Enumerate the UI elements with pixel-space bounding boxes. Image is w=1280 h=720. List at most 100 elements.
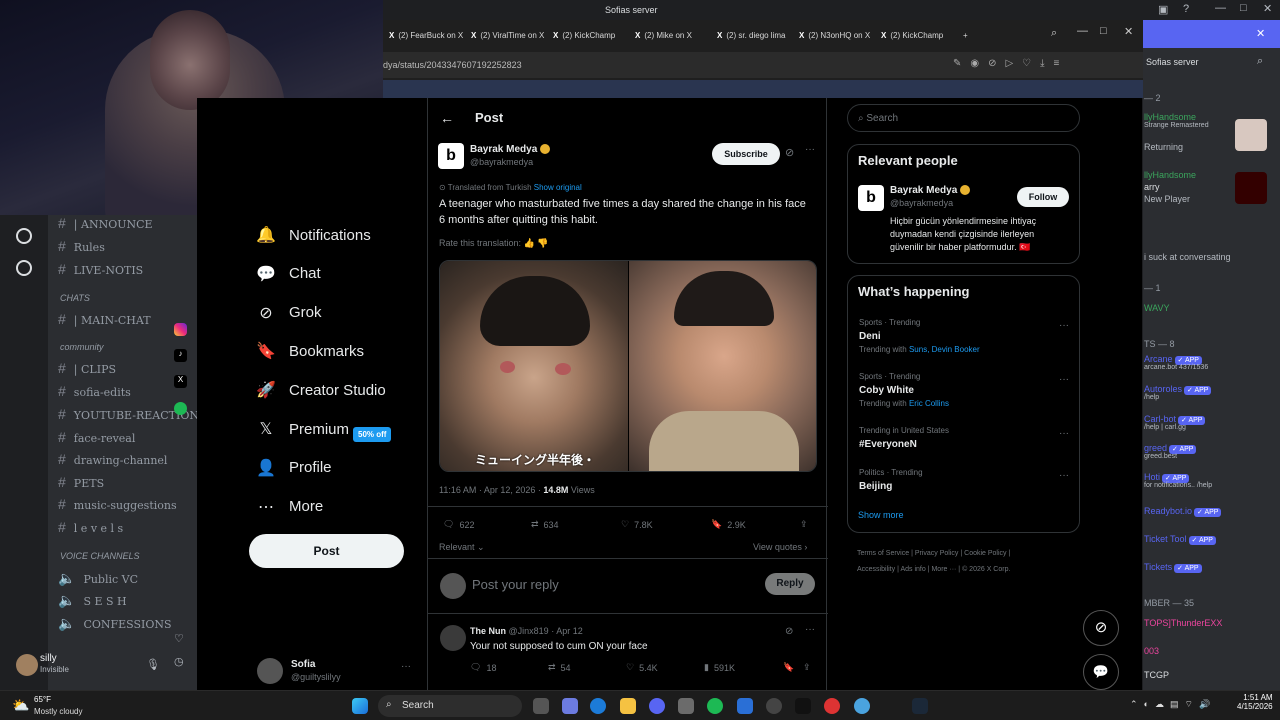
author-avatar[interactable]: b [858, 185, 884, 211]
account-switcher[interactable]: Sofia @guiltyslilyy ··· [257, 655, 437, 690]
footer-link[interactable]: Ads info [900, 566, 925, 573]
thumbs-down-icon[interactable]: 👎 [537, 238, 548, 248]
post-button[interactable]: Post [249, 534, 404, 568]
steam-app-icon[interactable] [912, 698, 928, 714]
taskbar-search[interactable]: ⌕ Search [378, 695, 522, 717]
trend-item[interactable]: Trending in United States #EveryoneN [859, 426, 949, 450]
spotify-icon[interactable] [174, 402, 187, 415]
nav-item-profile[interactable]: 👤 Profile [256, 459, 331, 477]
reply-input[interactable]: Post your reply [472, 577, 559, 592]
browser-tab[interactable]: X (2) sr. diego lima [711, 24, 791, 46]
close-icon[interactable]: ✕ [1256, 27, 1265, 40]
nav-item-creator-studio[interactable]: 🚀 Creator Studio [256, 381, 386, 400]
maximize-icon[interactable]: □ [1100, 25, 1107, 37]
footer-link[interactable]: Privacy Policy [915, 550, 959, 557]
more-icon[interactable]: ··· [805, 144, 815, 155]
bookmark-icon[interactable]: 🔖 [783, 662, 794, 673]
show-original-link[interactable]: Show original [534, 183, 582, 192]
member-item[interactable]: Ticket Tool ✓ APP [1144, 534, 1216, 545]
help-icon[interactable]: ? [1183, 3, 1189, 15]
channel-item[interactable]: # drawing-channel [58, 451, 167, 467]
browser-tab[interactable]: X (2) ViralTime on X [465, 24, 545, 46]
member-item[interactable]: llyHandsome Strange Remastered [1144, 112, 1209, 129]
reply-button[interactable]: Reply [765, 573, 815, 595]
footer-link[interactable]: Terms of Service [857, 550, 909, 557]
share-icon[interactable]: ⇪ [800, 519, 808, 530]
reply-like-count[interactable]: ♡ 5.4K [626, 662, 658, 673]
nav-item-premium[interactable]: 𝕏 Premium [257, 420, 349, 439]
tray-icons[interactable]: ⌃◐☁▤⌔🔊 [1130, 699, 1216, 710]
trend-item[interactable]: Sports · Trending Deni Trending with Suns,… [859, 318, 980, 354]
channel-category[interactable]: VOICE CHANNELS [60, 551, 140, 561]
footer-link[interactable]: More ··· [931, 566, 956, 573]
inbox-icon[interactable]: ▣ [1158, 3, 1168, 16]
member-item[interactable]: Tickets ✓ APP [1144, 562, 1202, 573]
explore-icon[interactable] [16, 260, 32, 276]
messages-fab-icon[interactable]: 💬 [1083, 654, 1119, 690]
footer-link[interactable]: Cookie Policy [964, 550, 1006, 557]
nav-item-more[interactable]: ⋯ More [257, 498, 323, 516]
voice-channel[interactable]: 🔈 S E S H [58, 592, 127, 609]
channel-category[interactable]: community [60, 342, 104, 352]
voice-channel[interactable]: 🔈 Public VC [58, 570, 138, 587]
member-item[interactable]: i suck at conversating [1144, 252, 1231, 262]
member-item[interactable]: TCGP [1144, 670, 1169, 680]
reply-view-count[interactable]: ▮ 591K [704, 662, 735, 673]
nav-item-notifications[interactable]: 🔔 Notifications [256, 226, 371, 245]
obs-icon[interactable] [824, 698, 840, 714]
grok-fab-icon[interactable]: ⊘ [1083, 610, 1119, 646]
member-item[interactable]: 003 [1144, 646, 1159, 656]
file-explorer-icon[interactable] [620, 698, 636, 714]
member-item[interactable]: Readybot.io ✓ APP [1144, 506, 1222, 517]
more-icon[interactable]: ··· [1059, 428, 1069, 439]
sort-dropdown[interactable]: Relevant ⌄ [439, 542, 485, 553]
nav-item-bookmarks[interactable]: 🔖 Bookmarks [256, 342, 364, 361]
mail-icon[interactable] [737, 698, 753, 714]
clock[interactable]: 1:51 AM 4/15/2026 [1237, 693, 1273, 711]
channel-category[interactable]: CHATS [60, 293, 90, 303]
steam-icon[interactable] [766, 698, 782, 714]
channel-item[interactable]: # | MAIN-CHAT [58, 311, 151, 327]
x-icon[interactable]: X [174, 375, 187, 388]
more-icon[interactable]: ··· [1059, 320, 1069, 331]
minimize-icon[interactable]: — [1215, 2, 1226, 14]
add-server-icon[interactable] [16, 228, 32, 244]
bookmark-count[interactable]: 🔖 2.9K [711, 519, 746, 530]
repost-count[interactable]: ⇄ 634 [531, 519, 559, 530]
person-name[interactable]: Bayrak Medya [890, 185, 971, 196]
footer-link[interactable]: Accessibility [857, 566, 895, 573]
reply-reply-count[interactable]: 🗨 18 [470, 662, 496, 673]
toolbar-icons[interactable]: ✎◉⊘▷♡⤓≡ [953, 58, 1068, 69]
grok-icon[interactable]: ⊘ [785, 146, 794, 159]
more-icon[interactable]: ··· [1059, 470, 1069, 481]
post-image[interactable]: ミューイング半年後・ [439, 260, 817, 472]
browser-tab[interactable]: X (2) N3onHQ on X [793, 24, 873, 46]
member-item[interactable]: Hoti ✓ APP for notifications.. /help [1144, 472, 1212, 489]
tiktok-icon[interactable]: ♪ [174, 349, 187, 362]
spotify-icon[interactable] [707, 698, 723, 714]
more-icon[interactable]: ··· [1059, 374, 1069, 385]
search-input[interactable]: ⌕ Search [847, 104, 1080, 132]
browser-tab[interactable]: X (2) Mike on X [629, 24, 709, 46]
maximize-icon[interactable]: □ [1240, 2, 1247, 14]
channel-item[interactable]: # face-reveal [58, 429, 135, 445]
share-icon[interactable]: ⇪ [803, 662, 811, 673]
weather-widget[interactable]: ⛅ 65°F Mostly cloudy [12, 693, 82, 719]
search-tabs-icon[interactable]: ⌕ [1051, 27, 1057, 40]
reply-count[interactable]: 🗨 622 [443, 519, 474, 530]
trend-item[interactable]: Politics · Trending Beijing [859, 468, 923, 492]
search-icon[interactable]: ⌕ [1257, 55, 1263, 68]
close-icon[interactable]: ✕ [1263, 2, 1272, 15]
close-icon[interactable]: ✕ [1124, 25, 1133, 38]
channel-item[interactable]: # Rules [58, 238, 105, 254]
microphone-icon[interactable]: 🎙 [146, 658, 160, 671]
channel-item[interactable]: # sofia-edits [58, 383, 131, 399]
history-icon[interactable]: ◷ [174, 655, 184, 668]
member-item[interactable]: greed ✓ APP greed.best [1144, 443, 1197, 460]
instagram-icon[interactable] [174, 323, 187, 336]
author-avatar[interactable]: b [438, 143, 464, 169]
member-item[interactable]: TOPS]ThunderEXX [1144, 618, 1222, 628]
trend-item[interactable]: Sports · Trending Coby White Trending with… [859, 372, 949, 408]
subscribe-button[interactable]: Subscribe [712, 143, 780, 165]
browser-icon[interactable] [854, 698, 870, 714]
